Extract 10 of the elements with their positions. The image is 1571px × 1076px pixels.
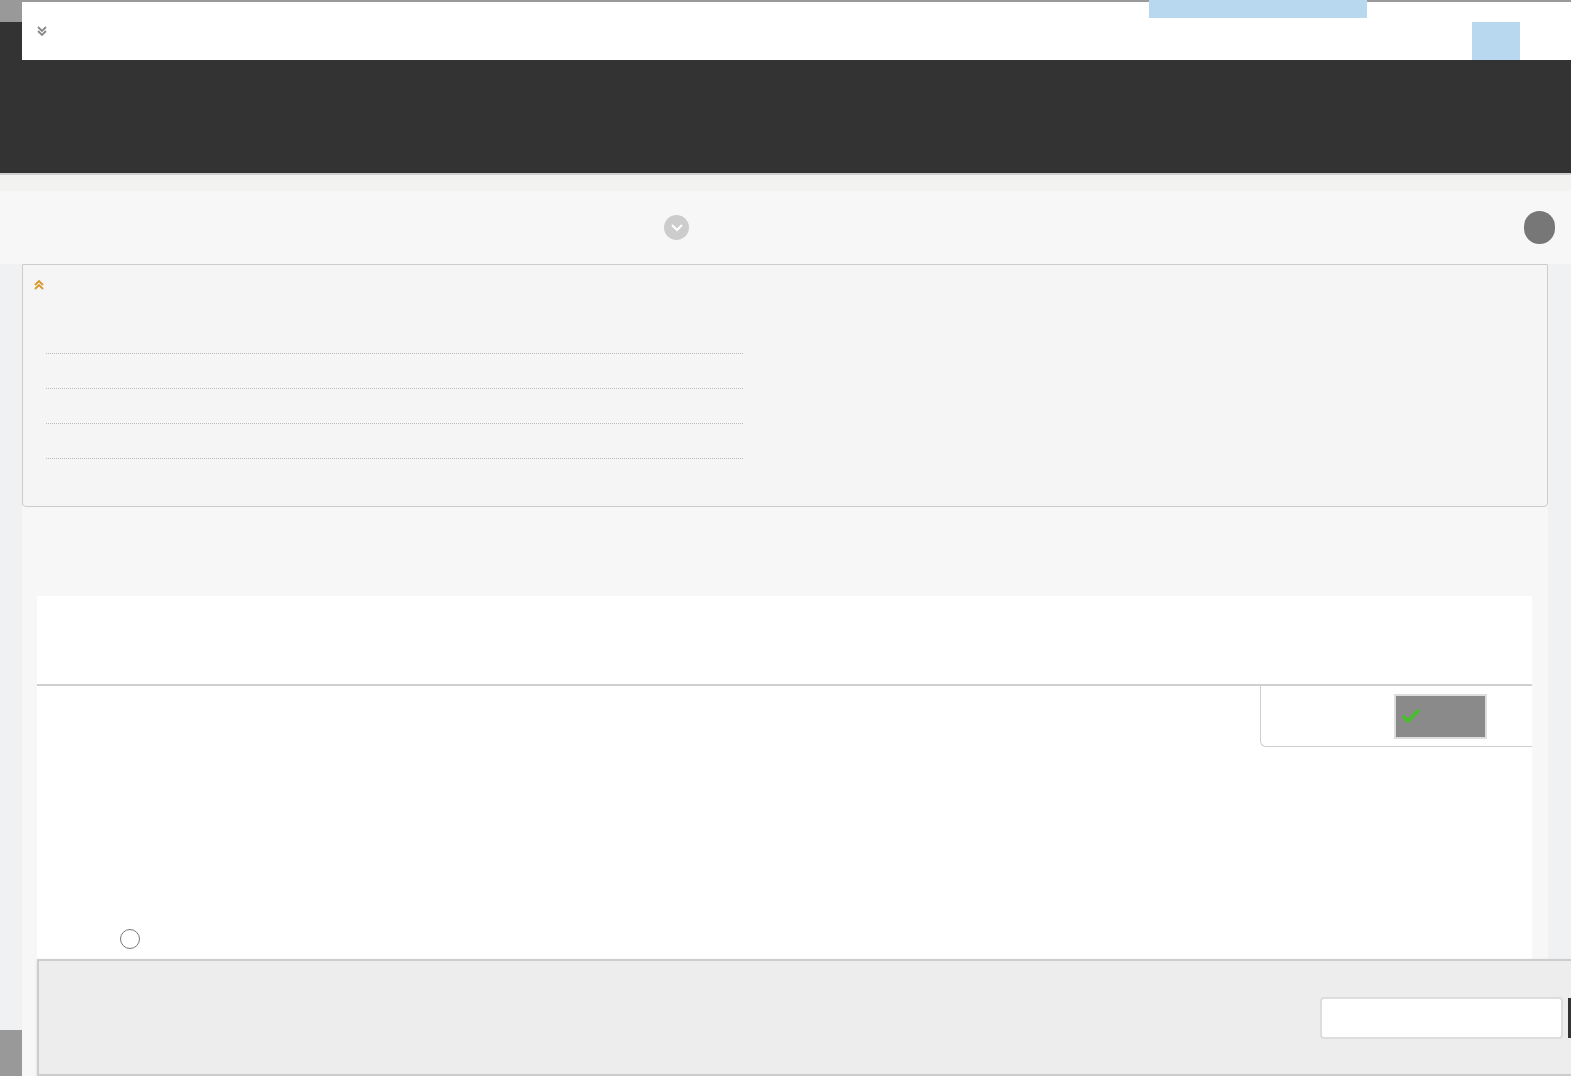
highlight-tab[interactable] — [1149, 0, 1367, 18]
highlight-button[interactable] — [1472, 22, 1520, 60]
scrollbar-thumb[interactable] — [0, 1030, 22, 1076]
check-icon — [1402, 708, 1420, 724]
dropdown-icon[interactable] — [664, 215, 689, 240]
expand-icon[interactable] — [36, 25, 48, 37]
confirm-button[interactable] — [1394, 693, 1487, 739]
input-field[interactable] — [1320, 996, 1563, 1039]
collapse-icon[interactable] — [33, 279, 45, 291]
radio-button[interactable] — [120, 929, 140, 949]
